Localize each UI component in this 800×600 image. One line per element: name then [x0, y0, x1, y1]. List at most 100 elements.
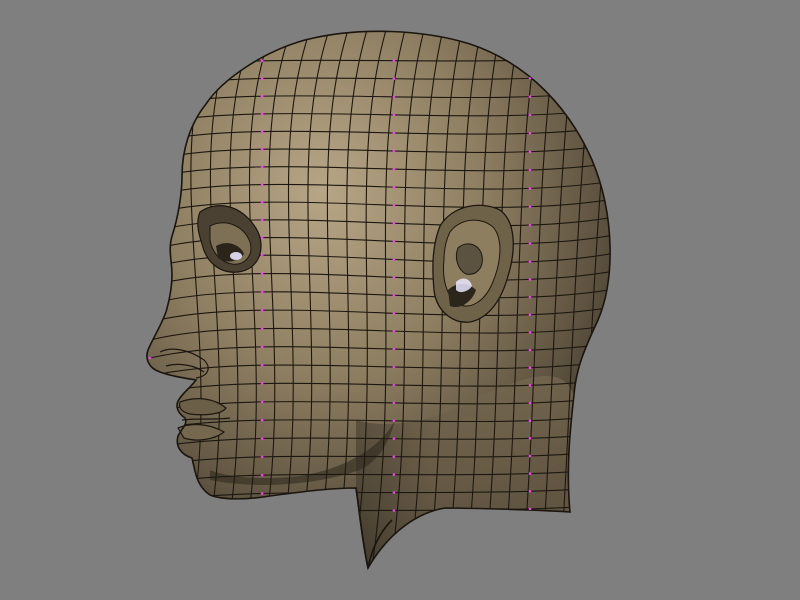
mesh-vertex[interactable]	[528, 223, 532, 227]
mesh-vertex[interactable]	[392, 276, 396, 279]
mesh-vertex[interactable]	[148, 68, 152, 72]
mesh-vertex[interactable]	[148, 266, 152, 270]
mesh-vertex[interactable]	[260, 165, 264, 169]
mesh-vertex[interactable]	[392, 59, 396, 62]
mesh-vertex[interactable]	[528, 472, 532, 475]
mesh-vertex[interactable]	[392, 95, 396, 99]
mesh-vertex[interactable]	[392, 365, 396, 369]
mesh-vertex[interactable]	[260, 455, 264, 459]
mesh-vertex[interactable]	[528, 95, 532, 98]
mesh-vertex[interactable]	[260, 218, 264, 222]
mesh-vertex[interactable]	[392, 294, 396, 297]
mesh-vertex[interactable]	[260, 473, 264, 477]
mesh-vertex[interactable]	[260, 363, 264, 367]
mesh-vertex[interactable]	[392, 491, 396, 494]
mesh-vertex[interactable]	[260, 382, 264, 385]
mesh-vertex[interactable]	[528, 454, 532, 458]
mesh-vertex[interactable]	[528, 205, 532, 208]
mesh-vertex[interactable]	[392, 329, 396, 333]
mesh-vertex[interactable]	[260, 183, 264, 186]
mesh-vertex[interactable]	[528, 348, 532, 352]
mesh-vertex[interactable]	[392, 437, 396, 441]
mesh-vertex[interactable]	[148, 392, 152, 396]
mesh-vertex[interactable]	[260, 290, 264, 294]
mesh-vertex[interactable]	[148, 320, 152, 324]
mesh-vertex[interactable]	[260, 418, 264, 422]
mesh-vertex[interactable]	[148, 428, 152, 432]
mesh-vertex[interactable]	[148, 338, 152, 342]
mesh-vertex[interactable]	[528, 242, 532, 245]
mesh-vertex[interactable]	[528, 278, 532, 281]
mesh-vertex[interactable]	[148, 482, 152, 486]
mesh-vertex[interactable]	[148, 122, 152, 126]
mesh-vertex[interactable]	[528, 384, 532, 387]
mesh-vertex[interactable]	[528, 187, 532, 190]
mesh-vertex[interactable]	[528, 419, 532, 423]
mesh-vertex[interactable]	[528, 150, 532, 153]
mesh-vertex[interactable]	[392, 185, 396, 189]
mesh-vertex[interactable]	[148, 500, 152, 504]
mesh-vertex[interactable]	[260, 130, 264, 133]
mesh-vertex[interactable]	[148, 86, 152, 90]
mesh-vertex[interactable]	[148, 374, 152, 378]
mesh-vertex[interactable]	[260, 492, 264, 495]
head-mesh-render[interactable]	[0, 0, 800, 600]
mesh-vertex[interactable]	[260, 94, 264, 98]
mesh-vertex[interactable]	[260, 345, 264, 349]
mesh-vertex[interactable]	[528, 260, 532, 264]
mesh-vertex[interactable]	[260, 510, 264, 514]
mesh-vertex[interactable]	[148, 212, 152, 216]
mesh-vertex[interactable]	[392, 77, 396, 80]
mesh-vertex[interactable]	[148, 302, 152, 306]
mesh-vertex[interactable]	[148, 158, 152, 162]
mesh-vertex[interactable]	[260, 400, 264, 404]
mesh-vertex[interactable]	[148, 230, 152, 234]
mesh-vertex[interactable]	[392, 203, 396, 207]
mesh-vertex[interactable]	[260, 308, 264, 312]
mesh-vertex[interactable]	[528, 507, 532, 511]
mesh-vertex[interactable]	[148, 464, 152, 468]
mesh-vertex[interactable]	[148, 248, 152, 252]
mesh-vertex[interactable]	[148, 140, 152, 144]
mesh-vertex[interactable]	[260, 327, 264, 330]
3d-viewport[interactable]	[0, 0, 800, 600]
mesh-vertex[interactable]	[392, 149, 396, 153]
mesh-vertex[interactable]	[528, 313, 532, 317]
mesh-vertex[interactable]	[148, 284, 152, 288]
mesh-vertex[interactable]	[528, 58, 532, 62]
mesh-vertex[interactable]	[260, 253, 264, 257]
mesh-vertex[interactable]	[528, 331, 532, 334]
mesh-vertex[interactable]	[528, 132, 532, 135]
mesh-vertex[interactable]	[392, 419, 396, 423]
mesh-vertex[interactable]	[528, 366, 532, 370]
mesh-vertex[interactable]	[392, 401, 396, 405]
mesh-vertex[interactable]	[260, 437, 264, 440]
mesh-vertex[interactable]	[392, 455, 396, 459]
mesh-vertex[interactable]	[260, 272, 264, 275]
mesh-vertex[interactable]	[260, 59, 264, 63]
mesh-vertex[interactable]	[260, 112, 264, 116]
mesh-vertex[interactable]	[148, 410, 152, 414]
mesh-vertex[interactable]	[528, 295, 532, 299]
mesh-vertex[interactable]	[528, 168, 532, 172]
mesh-vertex[interactable]	[148, 446, 152, 450]
mesh-vertex[interactable]	[392, 258, 396, 261]
mesh-vertex[interactable]	[392, 311, 396, 315]
mesh-vertex[interactable]	[148, 176, 152, 180]
mesh-vertex[interactable]	[528, 437, 532, 440]
mesh-vertex[interactable]	[528, 490, 532, 493]
mesh-vertex[interactable]	[392, 509, 396, 512]
mesh-vertex[interactable]	[148, 104, 152, 108]
mesh-vertex[interactable]	[392, 131, 396, 135]
mesh-vertex[interactable]	[148, 356, 152, 360]
mesh-vertex[interactable]	[392, 113, 396, 117]
mesh-vertex[interactable]	[392, 473, 396, 476]
mesh-vertex[interactable]	[392, 347, 396, 351]
mesh-vertex[interactable]	[392, 383, 396, 387]
mesh-vertex[interactable]	[392, 240, 396, 243]
mesh-vertex[interactable]	[148, 194, 152, 198]
mesh-vertex[interactable]	[392, 167, 396, 171]
mesh-vertex[interactable]	[260, 77, 264, 80]
mesh-vertex[interactable]	[148, 518, 152, 522]
mesh-vertex[interactable]	[528, 401, 532, 405]
